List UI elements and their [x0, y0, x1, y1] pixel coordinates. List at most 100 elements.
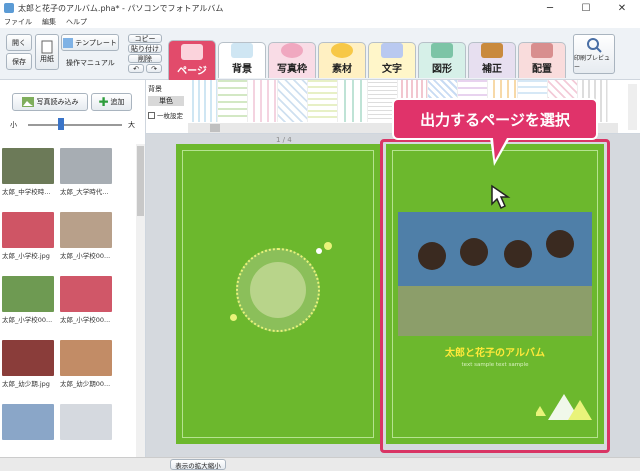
one-sheet-checkbox[interactable]: 一枚設定: [148, 110, 183, 120]
bg-thumb[interactable]: [338, 80, 368, 122]
photo-item[interactable]: [60, 404, 114, 440]
tab-photo-frame[interactable]: 写真枠: [268, 42, 316, 78]
menu-edit[interactable]: 編集: [42, 16, 56, 28]
tab-correction[interactable]: 補正: [468, 42, 516, 78]
instruction-callout: 出力するページを選択: [392, 98, 598, 140]
paper-button[interactable]: 用紙: [35, 34, 59, 70]
photo-item[interactable]: 太郎_小学校00...: [2, 276, 56, 324]
plus-icon: ✚: [98, 95, 109, 109]
load-photos-label: 写真読み込み: [36, 98, 79, 106]
bg-thumb[interactable]: [278, 80, 308, 122]
photo-item[interactable]: 太郎_幼少期00...: [60, 340, 114, 388]
decor-dot: [316, 248, 322, 254]
checkbox-box[interactable]: [148, 111, 155, 119]
template-icon: [63, 37, 74, 48]
menu-file[interactable]: ファイル: [4, 16, 32, 28]
book-icon: [181, 44, 203, 60]
photo-thumbnail[interactable]: [2, 340, 54, 376]
delete-button[interactable]: 削除: [128, 54, 162, 63]
add-label: 追加: [110, 98, 125, 106]
tab-material[interactable]: 素材: [318, 42, 366, 78]
photo-thumbnail[interactable]: [60, 212, 112, 248]
photo-caption: 太郎_大学時代...: [60, 188, 109, 196]
manual-link[interactable]: 操作マニュアル: [66, 58, 115, 68]
app-window: 太郎と花子のアルバム.pha* - パソコンでフォトアルバム ─ ☐ ✕ ファイ…: [0, 0, 640, 471]
save-button[interactable]: 保存: [6, 53, 32, 70]
photo-scrollbar[interactable]: [136, 144, 145, 470]
bg-thumb[interactable]: [248, 80, 278, 122]
photo-thumbnail[interactable]: [60, 340, 112, 376]
shape-icon: [431, 43, 453, 58]
add-button[interactable]: ✚ 追加: [91, 93, 132, 111]
decor-dot: [324, 242, 332, 250]
photo-thumbnail[interactable]: [2, 276, 54, 312]
photo-panel: 写真読み込み ✚ 追加 小 大 太郎_中学校時... 太郎_大学時代... 太郎…: [0, 80, 146, 471]
load-photos-button[interactable]: 写真読み込み: [12, 93, 88, 111]
photo-thumbnail[interactable]: [2, 212, 54, 248]
zoom-small-label: 小: [10, 121, 17, 129]
photo-item[interactable]: [2, 404, 56, 440]
single-color-button[interactable]: 単色: [148, 96, 184, 106]
minimize-button[interactable]: ─: [532, 0, 568, 16]
tab-layout[interactable]: 配置: [518, 42, 566, 78]
photo-caption: 太郎_小学校00...: [60, 316, 111, 324]
bg-thumb[interactable]: [218, 80, 248, 122]
photo-thumbnail[interactable]: [2, 404, 54, 440]
tab-page[interactable]: ページ: [168, 40, 216, 80]
page-indicator: 1 / 4: [276, 136, 292, 144]
copy-button[interactable]: コピー: [128, 34, 162, 43]
open-button[interactable]: 開く: [6, 34, 32, 51]
photo-thumbnail[interactable]: [60, 404, 112, 440]
menu-help[interactable]: ヘルプ: [66, 16, 87, 28]
tab-page-label: ページ: [177, 66, 207, 77]
app-icon: [4, 3, 14, 13]
tab-layout-label: 配置: [532, 64, 552, 75]
close-button[interactable]: ✕: [604, 0, 640, 16]
print-preview-button[interactable]: 印刷プレビュー: [573, 34, 615, 74]
decor-dot: [230, 314, 237, 321]
bg-option-label: 背景: [148, 85, 162, 93]
photo-item[interactable]: 太郎_大学時代...: [60, 148, 114, 196]
left-page[interactable]: [176, 144, 380, 444]
photo-thumbnail[interactable]: [60, 148, 112, 184]
photo-item[interactable]: 太郎_小学校00...: [60, 276, 114, 324]
scroll-thumb[interactable]: [210, 124, 220, 132]
tab-background-label: 背景: [232, 64, 252, 75]
zoom-slider-thumb[interactable]: [58, 118, 64, 130]
photo-item[interactable]: 太郎_小学校00...: [60, 212, 114, 260]
group-photo-ground: [398, 286, 592, 336]
paste-button[interactable]: 貼り付け: [128, 44, 162, 53]
bg-thumb[interactable]: [188, 80, 218, 122]
tab-background[interactable]: 背景: [218, 42, 266, 78]
template-button[interactable]: テンプレート: [61, 34, 119, 51]
bg-thumb[interactable]: [308, 80, 338, 122]
tab-shape[interactable]: 図形: [418, 42, 466, 78]
print-preview-label: 印刷プレビュー: [574, 55, 611, 71]
photo-frame-icon: [281, 43, 303, 58]
triangle-decoration: [536, 394, 592, 420]
photo-caption: 太郎_幼少期00...: [60, 380, 111, 388]
undo-button[interactable]: ↶: [128, 64, 144, 73]
paper-icon: [41, 40, 53, 54]
photo-item[interactable]: 太郎_小学校.jpg: [2, 212, 56, 260]
group-photo[interactable]: [398, 212, 592, 336]
photo-thumbnail[interactable]: [60, 276, 112, 312]
album-subtitle: text sample text sample: [461, 362, 529, 368]
tab-correction-label: 補正: [482, 64, 502, 75]
redo-button[interactable]: ↷: [146, 64, 162, 73]
tab-material-label: 素材: [332, 64, 352, 75]
person-head: [418, 242, 446, 270]
photo-caption: 太郎_小学校.jpg: [2, 252, 50, 260]
photo-item[interactable]: 太郎_中学校時...: [2, 148, 56, 196]
zoom-button[interactable]: 表示の拡大縮小: [170, 459, 226, 470]
scroll-thumb[interactable]: [137, 146, 144, 216]
zoom-slider-track[interactable]: [28, 124, 122, 126]
photo-caption: 太郎_小学校00...: [60, 252, 111, 260]
status-bar: 表示の拡大縮小: [0, 457, 640, 471]
maximize-button[interactable]: ☐: [568, 0, 604, 16]
option-vscroll[interactable]: [628, 84, 637, 130]
tab-text[interactable]: 文字: [368, 42, 416, 78]
photo-item[interactable]: 太郎_幼少期.jpg: [2, 340, 56, 388]
circle-photo[interactable]: [236, 248, 320, 332]
photo-thumbnail[interactable]: [2, 148, 54, 184]
